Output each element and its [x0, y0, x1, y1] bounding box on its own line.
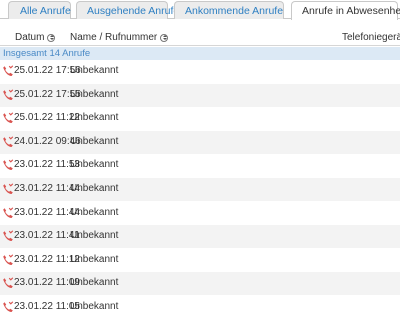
caller-name: Unbekannt: [70, 206, 119, 218]
table-row[interactable]: 23.01.22 11:41 Unbekannt: [0, 225, 400, 249]
caller-name: Unbekannt: [70, 112, 119, 124]
phone-missed-icon: [3, 277, 14, 289]
table-row[interactable]: 23.01.22 11:12 Unbekannt: [0, 249, 400, 272]
tab-label: Ankommende Anrufe: [185, 4, 284, 17]
table-header: Datum Name / Rufnummer Telefoniegerät: [0, 28, 400, 46]
column-header-device[interactable]: Telefoniegerät: [342, 32, 400, 43]
phone-missed-icon: [3, 65, 14, 76]
column-header-date[interactable]: Datum: [15, 32, 56, 43]
sort-icon: [160, 33, 169, 42]
caller-name: Unbekannt: [70, 183, 119, 194]
tab-outgoing-calls[interactable]: Ausgehende Anrufe: [76, 1, 179, 19]
tab-label: Alle Anrufe: [20, 4, 71, 17]
table-row[interactable]: 23.01.22 11:53 Unbekannt: [0, 154, 400, 177]
caller-name: Unbekannt: [70, 159, 119, 171]
phone-missed-icon: [3, 159, 14, 171]
caller-name: Unbekannt: [70, 277, 119, 289]
sort-icon: [47, 33, 56, 42]
tab-bar: Alle Anrufe Ausgehende Anrufe Ankommende…: [0, 0, 400, 20]
phone-missed-icon: [3, 301, 14, 312]
caller-name: Unbekannt: [70, 88, 119, 100]
caller-name: Unbekannt: [70, 135, 119, 147]
total-calls-summary: Insgesamt 14 Anrufe: [0, 47, 400, 60]
tab-label: Ausgehende Anrufe: [87, 4, 180, 17]
phone-missed-icon: [3, 207, 14, 218]
table-row[interactable]: 25.01.22 17:55 Unbekannt: [0, 83, 400, 107]
table-row[interactable]: 23.01.22 11:09 Unbekannt: [0, 272, 400, 296]
table-row[interactable]: 23.01.22 11:05 Unbekannt: [0, 296, 400, 319]
table-row[interactable]: 25.01.22 17:56 Unbekannt: [0, 60, 400, 83]
caller-name: Unbekannt: [70, 253, 119, 265]
tab-all-calls[interactable]: Alle Anrufe: [8, 1, 71, 19]
caller-name: Unbekannt: [70, 65, 119, 76]
table-row[interactable]: 23.01.22 11:44 Unbekannt: [0, 202, 400, 225]
caller-name: Unbekannt: [70, 230, 119, 242]
table-row[interactable]: 24.01.22 09:46 Unbekannt: [0, 130, 400, 154]
column-label: Telefoniegerät: [342, 32, 400, 43]
phone-missed-icon: [3, 136, 14, 147]
tab-missed-calls[interactable]: Anrufe in Abwesenheit: [291, 1, 400, 20]
phone-missed-icon: [3, 230, 14, 242]
column-label: Datum: [15, 32, 45, 43]
phone-missed-icon: [3, 254, 14, 265]
table-row[interactable]: 25.01.22 11:22 Unbekannt: [0, 107, 400, 130]
column-header-name[interactable]: Name / Rufnummer: [70, 32, 169, 43]
caller-name: Unbekannt: [70, 301, 119, 312]
tab-incoming-calls[interactable]: Ankommende Anrufe: [174, 1, 284, 19]
column-label: Name / Rufnummer: [70, 32, 158, 43]
phone-missed-icon: [3, 89, 14, 100]
table-row[interactable]: 23.01.22 11:44 Unbekannt: [0, 178, 400, 201]
phone-missed-icon: [3, 112, 14, 124]
phone-missed-icon: [3, 183, 14, 194]
tab-label: Anrufe in Abwesenheit: [302, 5, 400, 17]
